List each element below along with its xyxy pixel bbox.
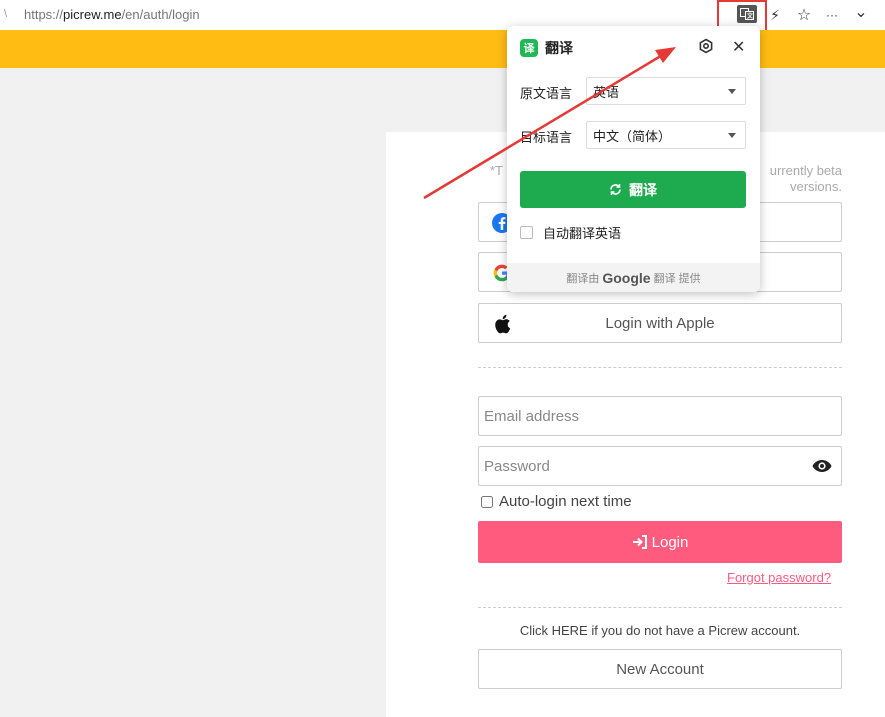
site-info-icon[interactable]: \ bbox=[0, 8, 24, 20]
settings-icon[interactable] bbox=[698, 38, 714, 54]
close-icon[interactable]: ✕ bbox=[732, 37, 745, 57]
target-language-label: 目标语言 bbox=[520, 130, 573, 145]
more-icon[interactable]: ··· bbox=[823, 6, 841, 24]
url-path: /en/auth/login bbox=[121, 6, 200, 22]
address-bar[interactable]: \ https://picrew.me/en/auth/login bbox=[0, 2, 728, 26]
new-account-label: New Account bbox=[616, 660, 704, 678]
show-password-eye-icon[interactable] bbox=[811, 458, 833, 474]
translate-button[interactable]: 翻译 bbox=[520, 171, 746, 208]
url-host: picrew.me bbox=[63, 6, 122, 22]
caret-down-icon bbox=[728, 89, 736, 94]
url-scheme: https:// bbox=[24, 6, 64, 22]
autologin-option[interactable]: Auto-login next time bbox=[481, 493, 632, 510]
auto-translate-label: 自动翻译英语 bbox=[543, 226, 622, 241]
source-language-label: 原文语言 bbox=[520, 86, 573, 101]
login-button-label: Login bbox=[651, 533, 689, 551]
refresh-icon bbox=[609, 183, 622, 196]
login-button[interactable]: Login bbox=[478, 521, 842, 563]
translate-popup-title: 翻译 bbox=[545, 40, 573, 56]
auto-translate-option[interactable]: 自动翻译英语 bbox=[520, 223, 621, 242]
apple-icon bbox=[491, 313, 513, 335]
source-language-value: 英语 bbox=[593, 84, 620, 100]
footer-prefix: 翻译由 bbox=[566, 272, 600, 285]
autologin-label: Auto-login next time bbox=[499, 493, 632, 510]
divider bbox=[478, 367, 842, 368]
notice-text-left: *T bbox=[490, 163, 503, 178]
translate-logo-icon: 译 bbox=[520, 39, 538, 57]
email-field[interactable] bbox=[478, 396, 842, 436]
translate-popup-header: 译 翻译 bbox=[520, 38, 573, 58]
caret-down-icon bbox=[728, 133, 736, 138]
translate-button-label: 翻译 bbox=[629, 181, 657, 198]
autologin-checkbox[interactable] bbox=[481, 495, 493, 508]
chevron-down-icon[interactable]: ⌄ bbox=[852, 3, 870, 21]
login-with-apple-button[interactable]: Login with Apple bbox=[478, 303, 842, 343]
translate-popup-footer: 翻译由 Google 翻译 提供 bbox=[507, 263, 760, 292]
no-account-text[interactable]: Click HERE if you do not have a Picrew a… bbox=[478, 623, 842, 638]
forgot-password-link[interactable]: Forgot password? bbox=[727, 570, 831, 585]
lightning-icon[interactable]: ⚡ bbox=[766, 6, 784, 24]
target-language-value: 中文（简体） bbox=[593, 128, 672, 144]
apple-login-label: Login with Apple bbox=[605, 314, 715, 332]
auto-translate-checkbox[interactable] bbox=[520, 226, 533, 239]
source-language-select[interactable]: 英语 bbox=[586, 77, 746, 105]
login-arrow-icon bbox=[632, 535, 648, 549]
google-wordmark: Google bbox=[602, 269, 651, 286]
translate-popup: 译 翻译 ✕ 原文语言 英语 目标语言 中文（简体） 翻译 自动翻译英语 翻译由… bbox=[507, 26, 760, 292]
divider-2 bbox=[478, 607, 842, 608]
star-icon[interactable]: ☆ bbox=[795, 6, 813, 24]
new-account-button[interactable]: New Account bbox=[478, 649, 842, 689]
target-language-select[interactable]: 中文（简体） bbox=[586, 121, 746, 149]
footer-suffix: 翻译 提供 bbox=[653, 272, 701, 285]
password-field[interactable] bbox=[478, 446, 842, 486]
